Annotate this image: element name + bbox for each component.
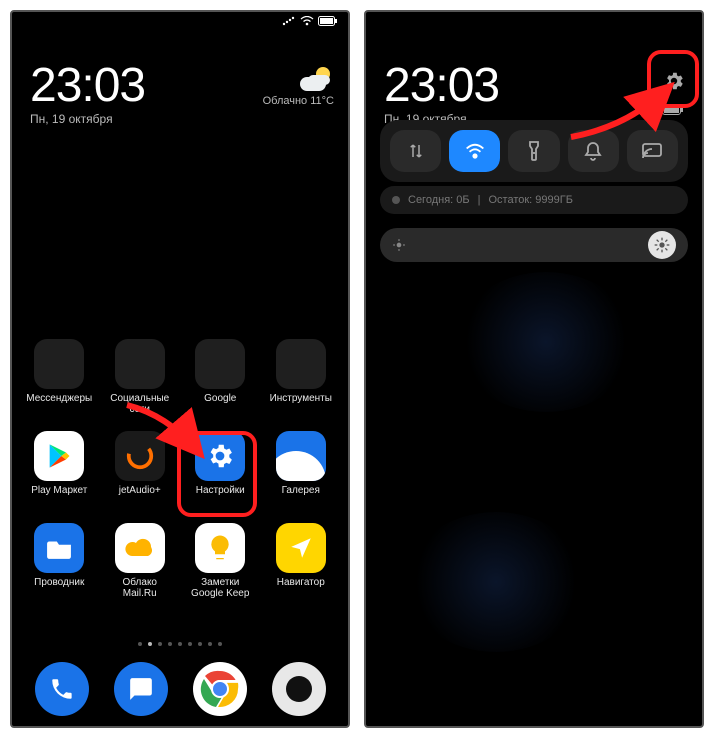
battery-icon [318, 16, 338, 26]
camera-app[interactable] [272, 662, 326, 716]
google-folder[interactable]: Google [183, 339, 258, 415]
page-indicator [12, 642, 348, 646]
flashlight-tile[interactable] [508, 130, 559, 172]
battery-icon [662, 102, 684, 120]
app-label: Настройки [196, 485, 245, 507]
jetaudio-app[interactable]: jetAudio+ [103, 431, 178, 507]
usage-remaining: Остаток: 9999ГБ [488, 194, 572, 206]
navigator-app[interactable]: Навигатор [264, 523, 339, 599]
settings-app[interactable]: Настройки [183, 431, 258, 507]
app-label: Заметки Google Keep [191, 577, 249, 599]
gear-icon [663, 70, 685, 92]
clock-widget[interactable]: 23:03 Пн, 19 октября [30, 62, 145, 126]
gear-icon [205, 441, 235, 471]
status-bar [282, 16, 338, 26]
usage-dot-icon [392, 196, 400, 204]
weather-widget[interactable]: Облачно 11°C [263, 67, 334, 107]
app-label: Галерея [282, 485, 320, 507]
app-grid: Мессенджеры Социальные сети Google Инстр… [22, 339, 338, 599]
dock [22, 662, 338, 716]
file-explorer-app[interactable]: Проводник [22, 523, 97, 599]
dnd-tile[interactable] [568, 130, 619, 172]
usage-separator: | [478, 194, 481, 206]
quick-settings-tiles [380, 120, 688, 182]
clock-time: 23:03 [30, 62, 145, 110]
clock-date: Пн, 19 октября [30, 112, 145, 126]
brightness-slider[interactable] [380, 228, 688, 262]
app-label: Инструменты [270, 393, 332, 415]
app-label: Google [204, 393, 236, 415]
chrome-app[interactable] [193, 662, 247, 716]
google-keep-app[interactable]: Заметки Google Keep [183, 523, 258, 599]
app-label: Облако Mail.Ru [122, 577, 157, 599]
cast-tile[interactable] [627, 130, 678, 172]
gallery-app[interactable]: Галерея [264, 431, 339, 507]
phone-app[interactable] [35, 662, 89, 716]
messages-app[interactable] [114, 662, 168, 716]
phone-quicksettings: 23:03 Пн, 19 октября Сегодня: 0Б | Остат… [364, 10, 704, 728]
tools-folder[interactable]: Инструменты [264, 339, 339, 415]
app-label: jetAudio+ [119, 485, 161, 507]
weather-text: Облачно 11°C [263, 95, 334, 107]
clock-widget[interactable]: 23:03 Пн, 19 октября [384, 62, 499, 126]
app-label: Социальные сети [110, 393, 169, 415]
brightness-thumb[interactable] [648, 231, 676, 259]
app-label: Проводник [34, 577, 84, 599]
brightness-high-icon [654, 237, 670, 253]
data-usage-bar[interactable]: Сегодня: 0Б | Остаток: 9999ГБ [380, 186, 688, 214]
weather-icon [300, 67, 334, 91]
play-market-app[interactable]: Play Маркет [22, 431, 97, 507]
mailru-cloud-app[interactable]: Облако Mail.Ru [103, 523, 178, 599]
signal-icon [282, 16, 296, 26]
social-folder[interactable]: Социальные сети [103, 339, 178, 415]
app-label: Мессенджеры [26, 393, 92, 415]
mobile-data-tile[interactable] [390, 130, 441, 172]
usage-today: Сегодня: 0Б [408, 194, 470, 206]
app-label: Навигатор [277, 577, 325, 599]
app-label: Play Маркет [31, 485, 87, 507]
settings-button[interactable] [660, 67, 688, 95]
clock-time: 23:03 [384, 62, 499, 110]
phone-homescreen: 23:03 Пн, 19 октября Облачно 11°C Мессен… [10, 10, 350, 728]
messengers-folder[interactable]: Мессенджеры [22, 339, 97, 415]
brightness-low-icon [392, 238, 406, 252]
wifi-icon [300, 16, 314, 26]
wifi-tile[interactable] [449, 130, 500, 172]
